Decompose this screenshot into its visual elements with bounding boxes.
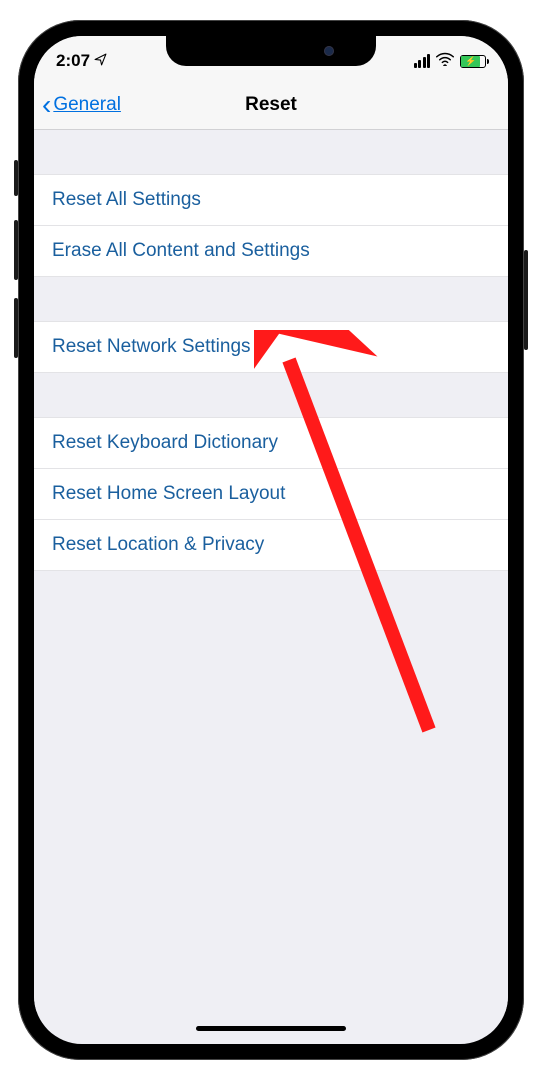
- row-label: Reset Home Screen Layout: [52, 483, 285, 504]
- phone-frame: 2:07 ⚡ ‹ General: [18, 20, 524, 1060]
- screen: 2:07 ⚡ ‹ General: [34, 36, 508, 1044]
- erase-all-content-row[interactable]: Erase All Content and Settings: [34, 226, 508, 277]
- row-label: Erase All Content and Settings: [52, 240, 310, 261]
- cellular-signal-icon: [414, 54, 431, 68]
- reset-home-screen-layout-row[interactable]: Reset Home Screen Layout: [34, 469, 508, 520]
- back-button[interactable]: ‹ General: [42, 91, 121, 119]
- status-bar-left: 2:07: [56, 45, 107, 71]
- home-indicator[interactable]: [196, 1026, 346, 1031]
- settings-group-1: Reset All Settings Erase All Content and…: [34, 174, 508, 277]
- side-button-power: [524, 250, 528, 350]
- reset-network-settings-row[interactable]: Reset Network Settings: [34, 321, 508, 373]
- status-time: 2:07: [56, 51, 90, 71]
- notch: [166, 36, 376, 66]
- row-label: Reset Keyboard Dictionary: [52, 432, 278, 453]
- back-button-label: General: [53, 94, 121, 116]
- navigation-bar: ‹ General Reset: [34, 80, 508, 130]
- charging-bolt-icon: ⚡: [465, 57, 476, 66]
- row-label: Reset All Settings: [52, 189, 201, 210]
- reset-keyboard-dictionary-row[interactable]: Reset Keyboard Dictionary: [34, 417, 508, 469]
- page-title: Reset: [245, 94, 297, 116]
- chevron-left-icon: ‹: [42, 91, 51, 119]
- side-button-volume-down: [14, 298, 18, 358]
- battery-icon: ⚡: [460, 55, 486, 68]
- reset-all-settings-row[interactable]: Reset All Settings: [34, 174, 508, 226]
- settings-group-2: Reset Network Settings: [34, 321, 508, 373]
- side-button-mute: [14, 160, 18, 196]
- location-arrow-icon: [94, 53, 107, 69]
- status-bar-right: ⚡: [414, 46, 487, 71]
- row-label: Reset Location & Privacy: [52, 534, 264, 555]
- content-scroll[interactable]: Reset All Settings Erase All Content and…: [34, 130, 508, 1012]
- wifi-icon: [436, 52, 454, 71]
- row-label: Reset Network Settings: [52, 336, 251, 357]
- home-indicator-area: [34, 1012, 508, 1044]
- side-button-volume-up: [14, 220, 18, 280]
- reset-location-privacy-row[interactable]: Reset Location & Privacy: [34, 520, 508, 571]
- front-camera: [324, 46, 334, 56]
- settings-group-3: Reset Keyboard Dictionary Reset Home Scr…: [34, 417, 508, 571]
